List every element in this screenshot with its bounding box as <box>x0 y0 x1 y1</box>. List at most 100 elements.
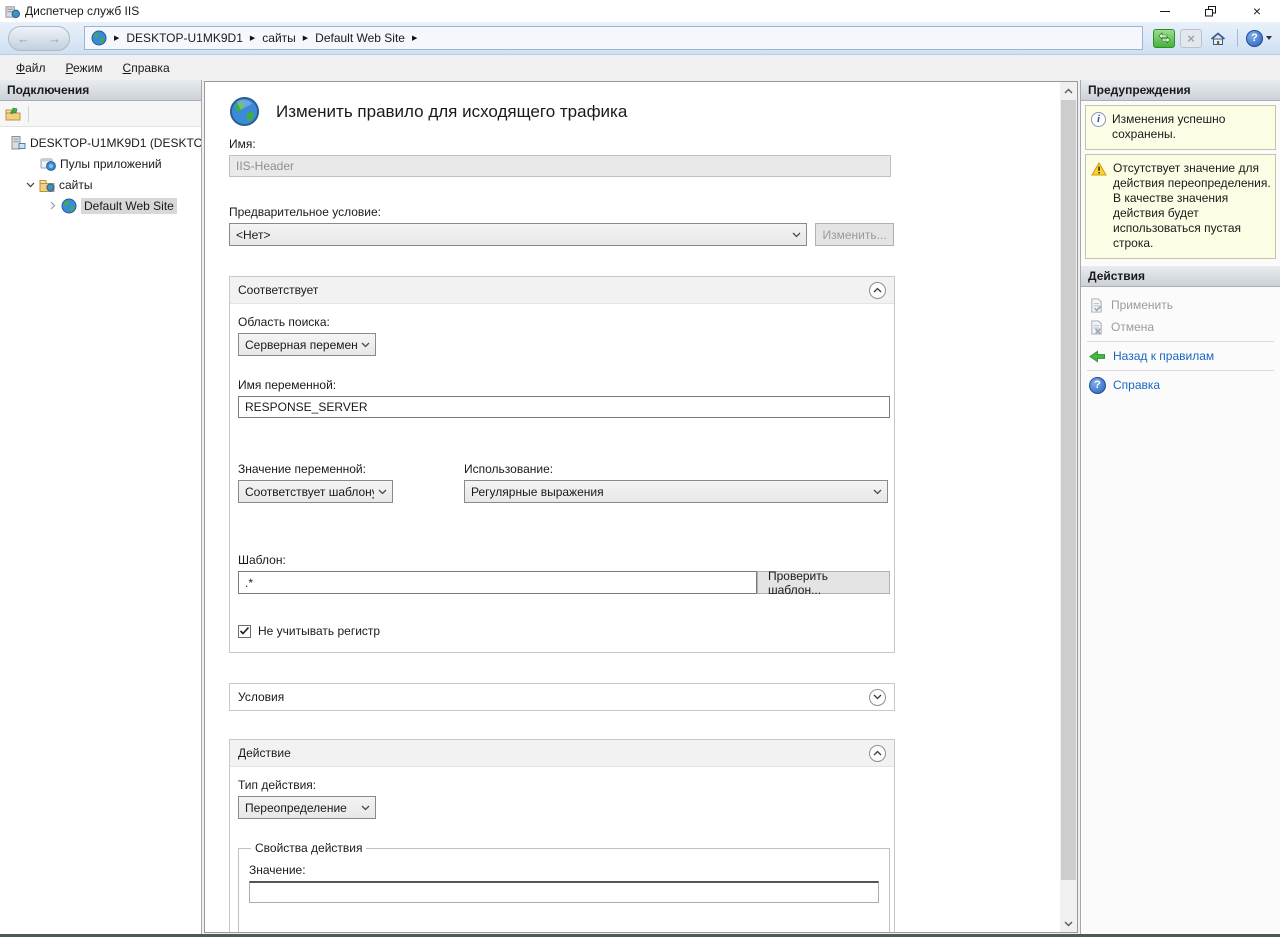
menu-file[interactable]: Файл <box>6 58 56 78</box>
precondition-select[interactable]: <Нет> <box>229 223 807 246</box>
edit-outbound-rule-page: Изменить правило для исходящего трафика … <box>204 81 1078 933</box>
save-connection-icon[interactable] <box>5 106 21 122</box>
restore-icon <box>1205 6 1217 17</box>
conditions-section-title: Условия <box>238 690 869 704</box>
breadcrumb-item-default-web-site[interactable]: Default Web Site <box>315 31 405 45</box>
actions-separator <box>1087 370 1274 371</box>
breadcrumb: ▶ DESKTOP-U1MK9D1 ▶ сайты ▶ Default Web … <box>84 26 1143 50</box>
home-button[interactable] <box>1207 29 1229 48</box>
usage-label: Использование: <box>464 462 888 476</box>
back-to-rules-link[interactable]: Назад к правилам <box>1085 345 1276 367</box>
connections-tree: DESKTOP-U1MK9D1 (DESKTO Пулы приложений <box>0 127 201 216</box>
apply-button[interactable]: Применить <box>1085 294 1276 316</box>
back-icon[interactable]: ← <box>17 31 30 46</box>
iis-app-icon <box>5 4 20 19</box>
variable-value-select[interactable]: Соответствует шаблону <box>238 480 393 503</box>
rule-name-field: IIS-Header <box>229 155 891 177</box>
menu-view[interactable]: Режим <box>56 58 113 78</box>
ignore-case-label: Не учитывать регистр <box>258 624 380 638</box>
chevron-down-icon <box>792 232 801 238</box>
sites-folder-icon <box>39 177 55 193</box>
menu-help[interactable]: Справка <box>113 58 180 78</box>
pattern-label: Шаблон: <box>238 553 888 567</box>
cancel-label: Отмена <box>1111 320 1154 334</box>
scope-select[interactable]: Серверная переменн <box>238 333 376 356</box>
help-menu-button[interactable]: ? <box>1246 30 1272 47</box>
breadcrumb-separator-icon: ▶ <box>412 34 417 42</box>
back-arrow-icon <box>1089 349 1106 364</box>
variable-name-field[interactable]: RESPONSE_SERVER <box>238 396 890 418</box>
body: Подключения DES <box>0 80 1280 934</box>
match-section-body: Область поиска: Серверная переменн Имя п… <box>230 303 894 652</box>
variable-value-label: Значение переменной: <box>238 462 464 476</box>
refresh-button[interactable] <box>1153 29 1175 48</box>
scroll-down-button[interactable] <box>1060 915 1077 932</box>
help-link[interactable]: ? Справка <box>1085 374 1276 396</box>
stop-button[interactable]: × <box>1180 29 1202 48</box>
action-value-label: Значение: <box>249 863 879 877</box>
refresh-icon <box>1158 32 1171 44</box>
restore-button[interactable] <box>1188 0 1234 22</box>
conditions-section-header[interactable]: Условия <box>230 684 894 710</box>
rule-name-value: IIS-Header <box>236 159 294 173</box>
warning-icon <box>1091 162 1107 176</box>
breadcrumb-item-sites[interactable]: сайты <box>262 31 296 45</box>
tree-item-sites[interactable]: сайты <box>0 174 201 195</box>
vertical-scrollbar[interactable] <box>1060 82 1077 932</box>
action-section-body: Тип действия: Переопределение Свойства д… <box>230 766 894 932</box>
variable-name-label: Имя переменной: <box>238 378 888 392</box>
replace-value-checkbox[interactable] <box>249 932 262 933</box>
action-section-header[interactable]: Действие <box>230 740 894 766</box>
tree-item-server[interactable]: DESKTOP-U1MK9D1 (DESKTO <box>0 132 201 153</box>
window-title: Диспетчер служб IIS <box>25 4 139 18</box>
connections-panel: Подключения DES <box>0 80 202 934</box>
close-button[interactable]: × <box>1234 0 1280 22</box>
main-area: Изменить правило для исходящего трафика … <box>202 80 1080 934</box>
chevron-down-icon <box>873 694 882 700</box>
breadcrumb-item-server[interactable]: DESKTOP-U1MK9D1 <box>126 31 242 45</box>
scroll-up-button[interactable] <box>1060 82 1077 99</box>
scrollbar-thumb[interactable] <box>1061 100 1076 880</box>
pattern-field[interactable]: .* <box>238 571 757 594</box>
chevron-down-icon[interactable] <box>26 180 35 189</box>
globe-icon <box>91 30 107 46</box>
variable-value-value: Соответствует шаблону <box>245 485 374 499</box>
tree-item-app-pools[interactable]: Пулы приложений <box>0 153 201 174</box>
chevron-up-icon <box>873 750 882 756</box>
action-type-value: Переопределение <box>245 801 357 815</box>
alerts-list: i Изменения успешно сохранены. Отсутству… <box>1081 101 1280 266</box>
alert-info: i Изменения успешно сохранены. <box>1085 105 1276 150</box>
action-type-select[interactable]: Переопределение <box>238 796 376 819</box>
precondition-value: <Нет> <box>236 228 788 242</box>
help-icon: ? <box>1246 30 1263 47</box>
action-properties-group: Свойства действия Значение: Заменить <box>238 841 890 932</box>
actions-list: Применить Отмена Назад к правилам <box>1081 287 1280 396</box>
minimize-button[interactable] <box>1142 0 1188 22</box>
collapse-button[interactable] <box>869 745 886 762</box>
cancel-button[interactable]: Отмена <box>1085 316 1276 338</box>
expand-button[interactable] <box>869 689 886 706</box>
ignore-case-checkbox[interactable] <box>238 625 251 638</box>
collapse-button[interactable] <box>869 282 886 299</box>
page-header: Изменить правило для исходящего трафика <box>229 96 1060 127</box>
rule-form: Изменить правило для исходящего трафика … <box>205 82 1060 932</box>
action-type-label: Тип действия: <box>238 778 888 792</box>
action-value-field[interactable] <box>249 881 879 903</box>
chevron-down-icon <box>1064 921 1073 927</box>
match-section-header[interactable]: Соответствует <box>230 277 894 303</box>
usage-value: Регулярные выражения <box>471 485 869 499</box>
chevron-right-icon[interactable] <box>48 201 57 210</box>
tree-label-server: DESKTOP-U1MK9D1 (DESKTO <box>30 136 201 150</box>
page-title: Изменить правило для исходящего трафика <box>276 102 627 122</box>
tree-item-default-web-site[interactable]: Default Web Site <box>0 195 201 216</box>
scope-label: Область поиска: <box>238 315 888 329</box>
close-icon: × <box>1253 4 1261 18</box>
forward-icon[interactable]: → <box>48 31 61 46</box>
right-panel: Предупреждения i Изменения успешно сохра… <box>1080 80 1280 934</box>
tree-label-sites: сайты <box>59 178 93 192</box>
action-properties-legend: Свойства действия <box>251 841 366 855</box>
edit-precondition-button[interactable]: Изменить... <box>815 223 894 246</box>
connections-header: Подключения <box>0 80 201 101</box>
usage-select[interactable]: Регулярные выражения <box>464 480 888 503</box>
test-pattern-button[interactable]: Проверить шаблон... <box>757 571 890 594</box>
